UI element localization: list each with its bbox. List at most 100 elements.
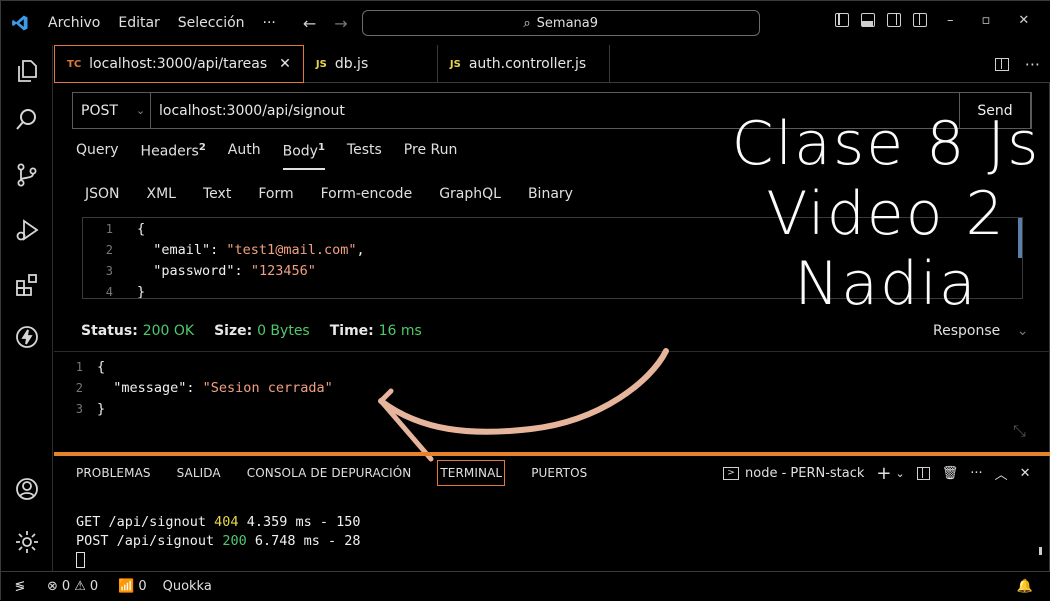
menu-more[interactable]: ···	[254, 15, 285, 31]
panel-tab-ports[interactable]: PUERTOS	[531, 466, 587, 486]
extensions-icon[interactable]	[1, 265, 53, 305]
broadcast-icon: 📶	[118, 579, 135, 594]
method-value: POST	[81, 102, 118, 119]
status-bar: ≶ ⊗ 0 ⚠ 0 📶 0 Quokka 🔔	[1, 571, 1050, 601]
panel-tab-problems[interactable]: PROBLEMAS	[76, 466, 151, 486]
menu-seleccion[interactable]: Selección	[169, 15, 254, 31]
notifications-bell-icon[interactable]: 🔔	[1017, 579, 1033, 594]
terminal-line: POST /api/signout 200 6.748 ms - 28	[76, 533, 361, 549]
tab-db-js[interactable]: JS db.js	[304, 45, 438, 83]
more-actions-icon[interactable]: ···	[1025, 55, 1040, 74]
tab-body[interactable]: Body1	[282, 142, 325, 170]
panel-tabs: PROBLEMAS SALIDA CONSOLA DE DEPURACIÓN T…	[76, 460, 587, 486]
resize-grip-icon[interactable]: ⤡	[1013, 421, 1026, 441]
close-panel-icon[interactable]: ✕	[1020, 466, 1031, 481]
settings-gear-icon[interactable]	[1, 522, 53, 562]
customize-layout-icon[interactable]	[913, 13, 927, 27]
vscode-window: Archivo Editar Selección ··· ← → ⌕ Seman…	[0, 0, 1050, 601]
terminal-icon: >	[723, 467, 739, 480]
chevron-down-icon[interactable]: ⌄	[896, 467, 905, 480]
close-icon[interactable]: ✕	[1018, 13, 1029, 28]
trash-icon[interactable]: 🗑	[942, 466, 959, 481]
vscode-logo-icon	[1, 1, 39, 45]
terminal-cursor	[76, 552, 85, 568]
js-file-icon: JS	[449, 58, 461, 70]
title-bar: Archivo Editar Selección ··· ← → ⌕ Seman…	[1, 1, 1050, 45]
remote-icon[interactable]: ≶	[1, 579, 39, 594]
workspace-name: Semana9	[536, 15, 599, 31]
toggle-sidebar-icon[interactable]	[835, 13, 849, 27]
menu-archivo[interactable]: Archivo	[39, 15, 109, 31]
tab-label: db.js	[334, 56, 369, 72]
tab-headers[interactable]: Headers2	[141, 142, 206, 170]
source-control-icon[interactable]	[1, 155, 53, 195]
chevron-down-icon: ⌄	[1016, 323, 1029, 339]
panel-tab-debug-console[interactable]: CONSOLA DE DEPURACIÓN	[247, 466, 412, 486]
activity-bar	[1, 45, 53, 571]
tab-query[interactable]: Query	[76, 142, 119, 170]
new-terminal-icon[interactable]: +	[876, 463, 891, 484]
annotation-arrow	[378, 348, 669, 462]
body-tab-form-encode[interactable]: Form-encode	[321, 186, 413, 202]
ports-status[interactable]: 📶 0	[118, 579, 146, 594]
panel-actions: > node - PERN-stack + ⌄ 🗑 ··· ︿ ✕	[723, 463, 1031, 484]
more-actions-icon[interactable]: ···	[970, 466, 982, 481]
panel-tab-terminal[interactable]: TERMINAL	[437, 460, 506, 486]
tab-badge: TC	[67, 58, 82, 70]
tab-label: auth.controller.js	[468, 56, 587, 72]
body-tab-text[interactable]: Text	[203, 186, 231, 202]
explorer-icon[interactable]	[1, 51, 53, 91]
method-select[interactable]: POST ⌄	[73, 93, 151, 128]
js-file-icon: JS	[315, 58, 327, 70]
video-title-overlay: Clase 8 Js Video 2 Nadia	[731, 109, 1041, 319]
restore-icon[interactable]: ▫	[982, 13, 991, 28]
search-icon[interactable]	[1, 100, 53, 140]
terminal-scrollbar[interactable]	[1039, 547, 1042, 555]
back-arrow-icon[interactable]: ←	[303, 14, 316, 33]
status-code: 200 OK	[142, 323, 195, 339]
thunder-client-icon[interactable]	[1, 317, 53, 357]
minimize-icon[interactable]: –	[947, 13, 954, 28]
body-tab-graphql[interactable]: GraphQL	[439, 186, 501, 202]
error-icon: ⊗	[47, 579, 58, 594]
problems-status[interactable]: ⊗ 0 ⚠ 0	[47, 579, 98, 594]
body-tab-binary[interactable]: Binary	[528, 186, 573, 202]
toggle-secondary-sidebar-icon[interactable]	[887, 13, 901, 27]
chevron-down-icon: ⌄	[135, 104, 146, 117]
split-terminal-icon[interactable]	[916, 467, 930, 480]
tab-close-icon[interactable]: ✕	[279, 56, 291, 72]
response-size: 0 Bytes	[257, 323, 310, 339]
forward-arrow-icon[interactable]: →	[334, 14, 347, 33]
response-status: Status: 200 OK Size: 0 Bytes Time: 16 ms	[81, 323, 422, 339]
tab-auth[interactable]: Auth	[228, 142, 261, 170]
panel-sash[interactable]	[54, 452, 1050, 456]
terminal-line: GET /api/signout 404 4.359 ms - 150	[76, 514, 361, 530]
response-time: 16 ms	[378, 323, 422, 339]
body-tab-form[interactable]: Form	[258, 186, 293, 202]
tab-label: localhost:3000/api/tareas	[89, 56, 268, 72]
menu-editar[interactable]: Editar	[109, 15, 168, 31]
quokka-status[interactable]: Quokka	[163, 579, 212, 594]
tab-pre-run[interactable]: Pre Run	[404, 142, 458, 170]
terminal-output[interactable]: GET /api/signout 404 4.359 ms - 150 POST…	[76, 513, 361, 570]
tab-auth-controller-js[interactable]: JS auth.controller.js	[438, 45, 610, 83]
body-format-tabs: JSON XML Text Form Form-encode GraphQL B…	[85, 186, 573, 202]
split-editor-icon[interactable]	[994, 57, 1009, 71]
panel-tab-output[interactable]: SALIDA	[177, 466, 221, 486]
response-body: 1{ 2 "message": "Sesion cerrada" 3}	[75, 358, 333, 417]
account-icon[interactable]	[1, 469, 53, 509]
toggle-panel-icon[interactable]	[861, 13, 875, 27]
editor-tabs: TC localhost:3000/api/tareas ✕ JS db.js …	[54, 45, 1050, 83]
search-icon: ⌕	[523, 15, 531, 31]
command-center-search[interactable]: ⌕ Semana9	[361, 10, 760, 36]
tab-tests[interactable]: Tests	[347, 142, 382, 170]
maximize-panel-icon[interactable]: ︿	[995, 464, 1008, 483]
body-tab-xml[interactable]: XML	[147, 186, 176, 202]
response-dropdown[interactable]: Response ⌄	[933, 323, 1028, 339]
run-debug-icon[interactable]	[1, 210, 53, 250]
body-tab-json[interactable]: JSON	[85, 186, 120, 202]
tab-thunder-request[interactable]: TC localhost:3000/api/tareas ✕	[54, 45, 304, 83]
url-input[interactable]: localhost:3000/api/signout	[151, 103, 345, 119]
terminal-name[interactable]: node - PERN-stack	[745, 466, 864, 481]
request-subtabs: Query Headers2 Auth Body1 Tests Pre Run	[76, 142, 479, 170]
